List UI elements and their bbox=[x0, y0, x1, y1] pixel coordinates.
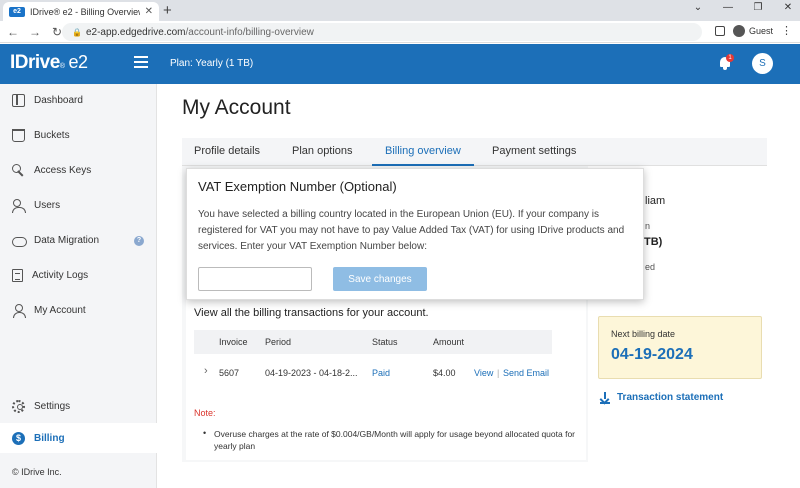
sidebar-item-label: Activity Logs bbox=[32, 269, 89, 281]
next-billing-label: Next billing date bbox=[611, 329, 676, 339]
sidebar-item-label: Access Keys bbox=[34, 164, 92, 176]
app-header: IDrive ® e2 Plan: Yearly (1 TB) 1 S bbox=[0, 44, 800, 84]
sidebar-item-billing[interactable]: $ Billing bbox=[0, 423, 157, 453]
sidebar-item-label: Users bbox=[34, 199, 61, 211]
plan-label: Plan: Yearly (1 TB) bbox=[170, 58, 254, 69]
side-panel-icon[interactable] bbox=[714, 25, 725, 36]
notification-badge: 1 bbox=[726, 54, 734, 62]
browser-menu-icon[interactable]: ⋮ bbox=[781, 24, 792, 37]
note-label: Note: bbox=[194, 408, 216, 418]
key-icon bbox=[12, 163, 25, 177]
column-header-status: Status bbox=[372, 337, 398, 347]
sidebar-item-activity-logs[interactable]: Activity Logs bbox=[0, 260, 157, 290]
tab-payment-settings[interactable]: Payment settings bbox=[492, 145, 576, 157]
user-avatar[interactable]: S bbox=[752, 53, 773, 74]
url-input[interactable]: 🔒 e2-app.edgedrive.com/account-info/bill… bbox=[62, 23, 702, 41]
tab-title: IDrive® e2 - Billing Overview bbox=[30, 6, 140, 17]
vat-number-input[interactable] bbox=[198, 267, 312, 291]
chevron-down-icon[interactable]: ⌄ bbox=[692, 2, 704, 13]
transaction-statement-link[interactable]: Transaction statement bbox=[600, 392, 724, 404]
next-billing-card: Next billing date 04-19-2024 bbox=[598, 316, 762, 379]
invoice-number: 5607 bbox=[219, 368, 240, 378]
sidebar-item-settings[interactable]: Settings bbox=[0, 391, 157, 421]
download-icon bbox=[600, 392, 610, 404]
status-badge: Paid bbox=[372, 368, 391, 378]
back-arrow-icon[interactable]: ← bbox=[4, 25, 22, 39]
browser-tab[interactable]: e2 IDrive® e2 - Billing Overview ✕ bbox=[3, 2, 159, 21]
forward-arrow-icon[interactable]: → bbox=[26, 25, 44, 39]
column-header-invoice: Invoice bbox=[219, 337, 248, 347]
cloud-icon bbox=[12, 234, 27, 247]
invoice-amount: $4.00 bbox=[433, 368, 456, 378]
vat-popup-description: You have selected a billing country loca… bbox=[198, 209, 625, 252]
restore-icon[interactable]: ❐ bbox=[752, 2, 764, 13]
transactions-table-header: Invoice Period Status Amount bbox=[194, 330, 552, 354]
column-header-amount: Amount bbox=[433, 337, 465, 347]
plan-label-fragment: n bbox=[645, 221, 651, 231]
page-title: My Account bbox=[182, 96, 291, 119]
url-text: e2-app.edgedrive.com/account-info/billin… bbox=[85, 26, 314, 38]
gear-icon bbox=[12, 399, 25, 413]
lock-icon: 🔒 bbox=[72, 27, 82, 37]
next-billing-date: 04-19-2024 bbox=[611, 346, 693, 363]
tab-profile-details[interactable]: Profile details bbox=[194, 145, 260, 157]
close-window-icon[interactable]: ✕ bbox=[782, 2, 794, 13]
account-tabs: Profile details Plan options Billing ove… bbox=[182, 138, 767, 166]
sidebar-item-buckets[interactable]: Buckets bbox=[0, 120, 157, 150]
sidebar-item-label: Dashboard bbox=[34, 94, 83, 106]
profile-avatar-icon bbox=[732, 24, 745, 37]
sidebar-item-label: My Account bbox=[34, 304, 86, 316]
vat-popup-title: VAT Exemption Number (Optional) bbox=[198, 179, 397, 194]
users-icon bbox=[12, 198, 26, 213]
account-name-fragment: liam bbox=[645, 195, 666, 207]
copyright: © IDrive Inc. bbox=[12, 467, 62, 477]
sidebar-item-access-keys[interactable]: Access Keys bbox=[0, 155, 157, 185]
plan-value-fragment: TB) bbox=[644, 236, 663, 248]
help-icon[interactable]: ? bbox=[134, 236, 144, 246]
status-fragment: ed bbox=[645, 262, 656, 272]
sidebar-item-label: Data Migration bbox=[34, 234, 100, 246]
browser-tab-bar: e2 IDrive® e2 - Billing Overview ✕ + ⌄ —… bbox=[0, 0, 800, 21]
column-header-period: Period bbox=[265, 337, 292, 347]
idrive-e2-logo[interactable]: IDrive ® e2 bbox=[10, 52, 88, 74]
close-tab-icon[interactable]: ✕ bbox=[145, 6, 153, 17]
note-text: Overuse charges at the rate of $0.004/GB… bbox=[214, 429, 575, 451]
sidebar-item-label: Billing bbox=[34, 432, 65, 444]
favicon-icon: e2 bbox=[9, 6, 25, 17]
dollar-icon: $ bbox=[12, 431, 25, 445]
tab-billing-overview[interactable]: Billing overview bbox=[385, 145, 461, 157]
sidebar-item-my-account[interactable]: My Account bbox=[0, 295, 157, 325]
profile-button[interactable]: Guest bbox=[732, 24, 773, 37]
chevron-right-icon[interactable]: › bbox=[204, 365, 208, 377]
hamburger-menu-icon[interactable] bbox=[134, 56, 148, 68]
sidebar-item-dashboard[interactable]: Dashboard bbox=[0, 85, 157, 115]
notification-bell-icon[interactable]: 1 bbox=[718, 54, 734, 70]
link-separator: | bbox=[497, 368, 500, 378]
sidebar-item-label: Settings bbox=[34, 400, 71, 412]
address-bar-row: ← → ↻ 🔒 e2-app.edgedrive.com/account-inf… bbox=[0, 21, 800, 43]
tab-plan-options[interactable]: Plan options bbox=[292, 145, 353, 157]
bullet-icon: • bbox=[203, 428, 207, 438]
person-icon bbox=[12, 303, 26, 318]
table-row: › 5607 04-19-2023 - 04-18-2... Paid $4.0… bbox=[194, 360, 552, 386]
vat-exemption-popup: VAT Exemption Number (Optional) You have… bbox=[186, 168, 644, 300]
view-invoice-link[interactable]: View bbox=[474, 368, 493, 378]
dashboard-icon bbox=[12, 93, 25, 107]
profile-label: Guest bbox=[748, 25, 773, 36]
minimize-icon[interactable]: — bbox=[722, 2, 734, 13]
send-email-link[interactable]: Send Email bbox=[503, 368, 549, 378]
window-controls: ⌄ — ❐ ✕ bbox=[692, 2, 794, 13]
save-changes-button[interactable]: Save changes bbox=[333, 267, 427, 291]
sidebar-item-users[interactable]: Users bbox=[0, 190, 157, 220]
document-icon bbox=[12, 268, 23, 282]
sidebar-item-label: Buckets bbox=[34, 129, 70, 141]
billing-transactions-heading: View all the billing transactions for yo… bbox=[194, 307, 429, 319]
bucket-icon bbox=[12, 128, 25, 142]
transaction-statement-label: Transaction statement bbox=[617, 392, 724, 403]
new-tab-icon[interactable]: + bbox=[163, 2, 172, 19]
invoice-period: 04-19-2023 - 04-18-2... bbox=[265, 368, 358, 378]
